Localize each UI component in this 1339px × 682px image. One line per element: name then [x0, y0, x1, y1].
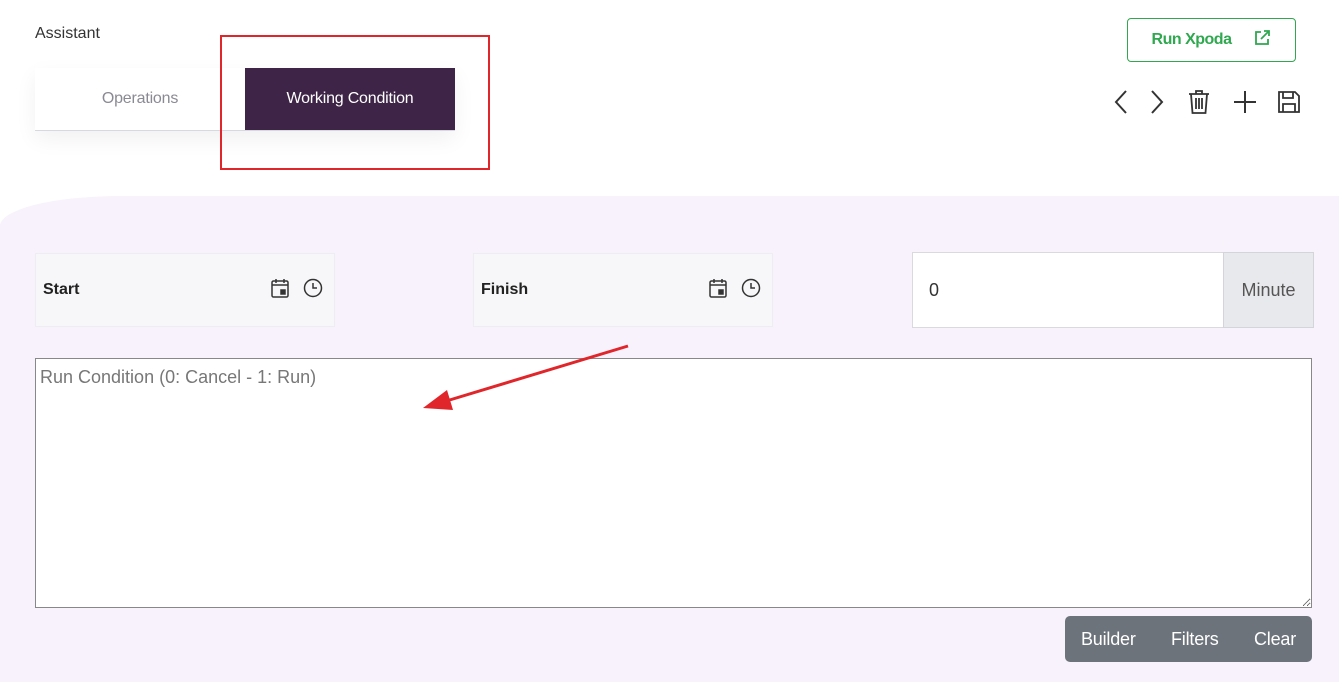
clear-button[interactable]: Clear [1254, 629, 1296, 650]
record-toolbar [1105, 86, 1309, 118]
trash-icon[interactable] [1183, 86, 1215, 118]
save-icon[interactable] [1273, 86, 1305, 118]
chevron-left-icon[interactable] [1105, 86, 1137, 118]
duration-input[interactable] [912, 252, 1223, 328]
run-xpoda-button[interactable]: Run Xpoda [1127, 18, 1296, 62]
finish-label: Finish [481, 281, 529, 298]
builder-button[interactable]: Builder [1081, 629, 1136, 650]
calendar-icon[interactable] [271, 278, 289, 303]
duration-unit-addon: Minute [1223, 252, 1314, 328]
run-condition-textarea[interactable] [35, 358, 1312, 608]
filters-button[interactable]: Filters [1171, 629, 1219, 650]
duration-input-group: Minute [912, 252, 1314, 328]
breadcrumb: Assistant [35, 25, 100, 42]
clock-icon[interactable] [303, 278, 323, 303]
calendar-icon[interactable] [709, 278, 727, 303]
annotation-arrow [423, 344, 629, 410]
finish-datetime-field[interactable]: Finish [473, 253, 773, 327]
start-label: Start [43, 281, 80, 298]
start-datetime-field[interactable]: Start [35, 253, 335, 327]
page: Assistant Operations Working Condition R… [0, 0, 1339, 682]
chevron-right-icon[interactable] [1141, 86, 1173, 118]
external-link-icon [1253, 29, 1271, 52]
run-xpoda-label: Run Xpoda [1151, 31, 1232, 48]
plus-icon[interactable] [1229, 86, 1261, 118]
condition-action-group: Builder Filters Clear [1065, 616, 1312, 662]
clock-icon[interactable] [741, 278, 761, 303]
tab-operations[interactable]: Operations [35, 68, 245, 130]
annotation-highlight-box [220, 35, 490, 170]
